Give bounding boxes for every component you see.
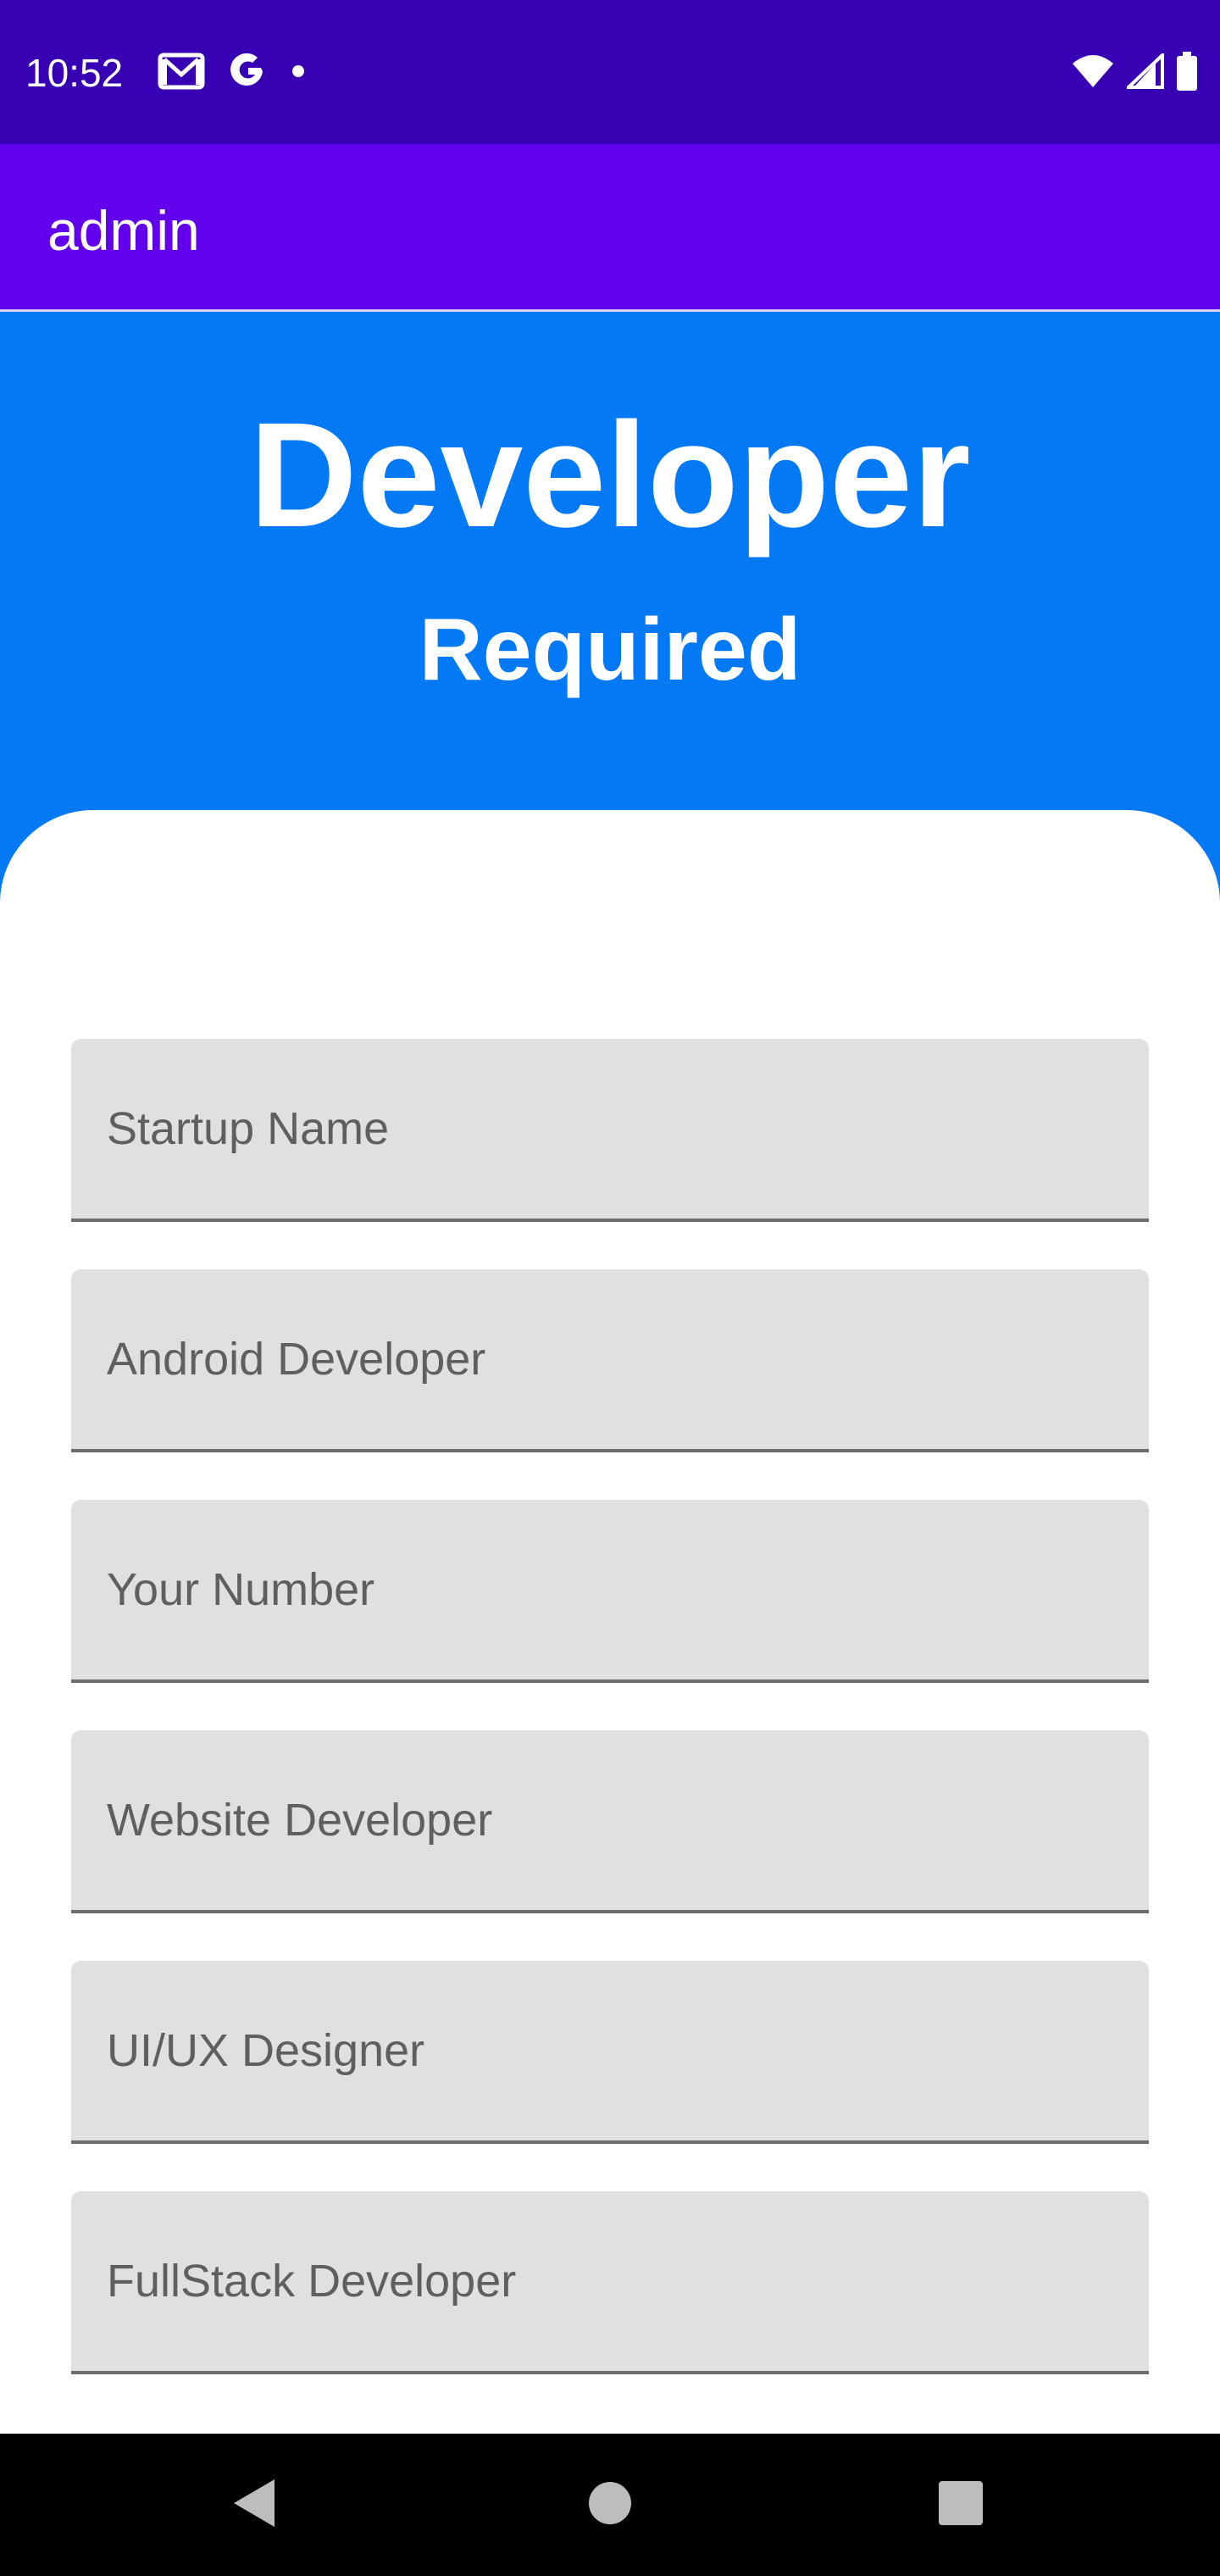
status-time: 10:52 [25, 51, 124, 95]
gmail-icon [158, 53, 205, 94]
website-developer-input[interactable] [71, 1730, 1149, 1910]
home-icon [588, 2481, 632, 2529]
startup-name-field[interactable] [71, 1039, 1149, 1222]
recents-icon [938, 2480, 984, 2530]
hero-subtitle: Required [419, 601, 801, 699]
fullstack-developer-input[interactable] [71, 2191, 1149, 2371]
cell-signal-icon [1123, 50, 1164, 93]
ui-ux-designer-field[interactable] [71, 1961, 1149, 2144]
website-developer-field[interactable] [71, 1730, 1149, 1913]
wifi-icon [1071, 53, 1115, 93]
status-system-icons [1071, 47, 1198, 98]
ui-ux-designer-input[interactable] [71, 1961, 1149, 2140]
battery-icon [1176, 51, 1198, 95]
android-developer-field[interactable] [71, 1269, 1149, 1452]
back-button[interactable] [186, 2434, 322, 2576]
google-icon [229, 52, 268, 95]
hero-title: Developer [249, 392, 971, 558]
fullstack-developer-field[interactable] [71, 2191, 1149, 2374]
android-developer-input[interactable] [71, 1269, 1149, 1449]
notification-dot-icon [291, 64, 305, 82]
your-number-input[interactable] [71, 1500, 1149, 1679]
startup-name-input[interactable] [71, 1039, 1149, 1219]
app-bar: admin [0, 144, 1220, 312]
your-number-field[interactable] [71, 1500, 1149, 1683]
home-button[interactable] [542, 2434, 678, 2576]
status-notification-icons [158, 47, 305, 98]
status-bar: 10:52 [0, 0, 1220, 144]
back-icon [230, 2478, 278, 2533]
recents-button[interactable] [893, 2434, 1029, 2576]
app-title: admin [47, 199, 200, 262]
form-card [0, 810, 1220, 2434]
system-nav-bar [0, 2434, 1220, 2576]
